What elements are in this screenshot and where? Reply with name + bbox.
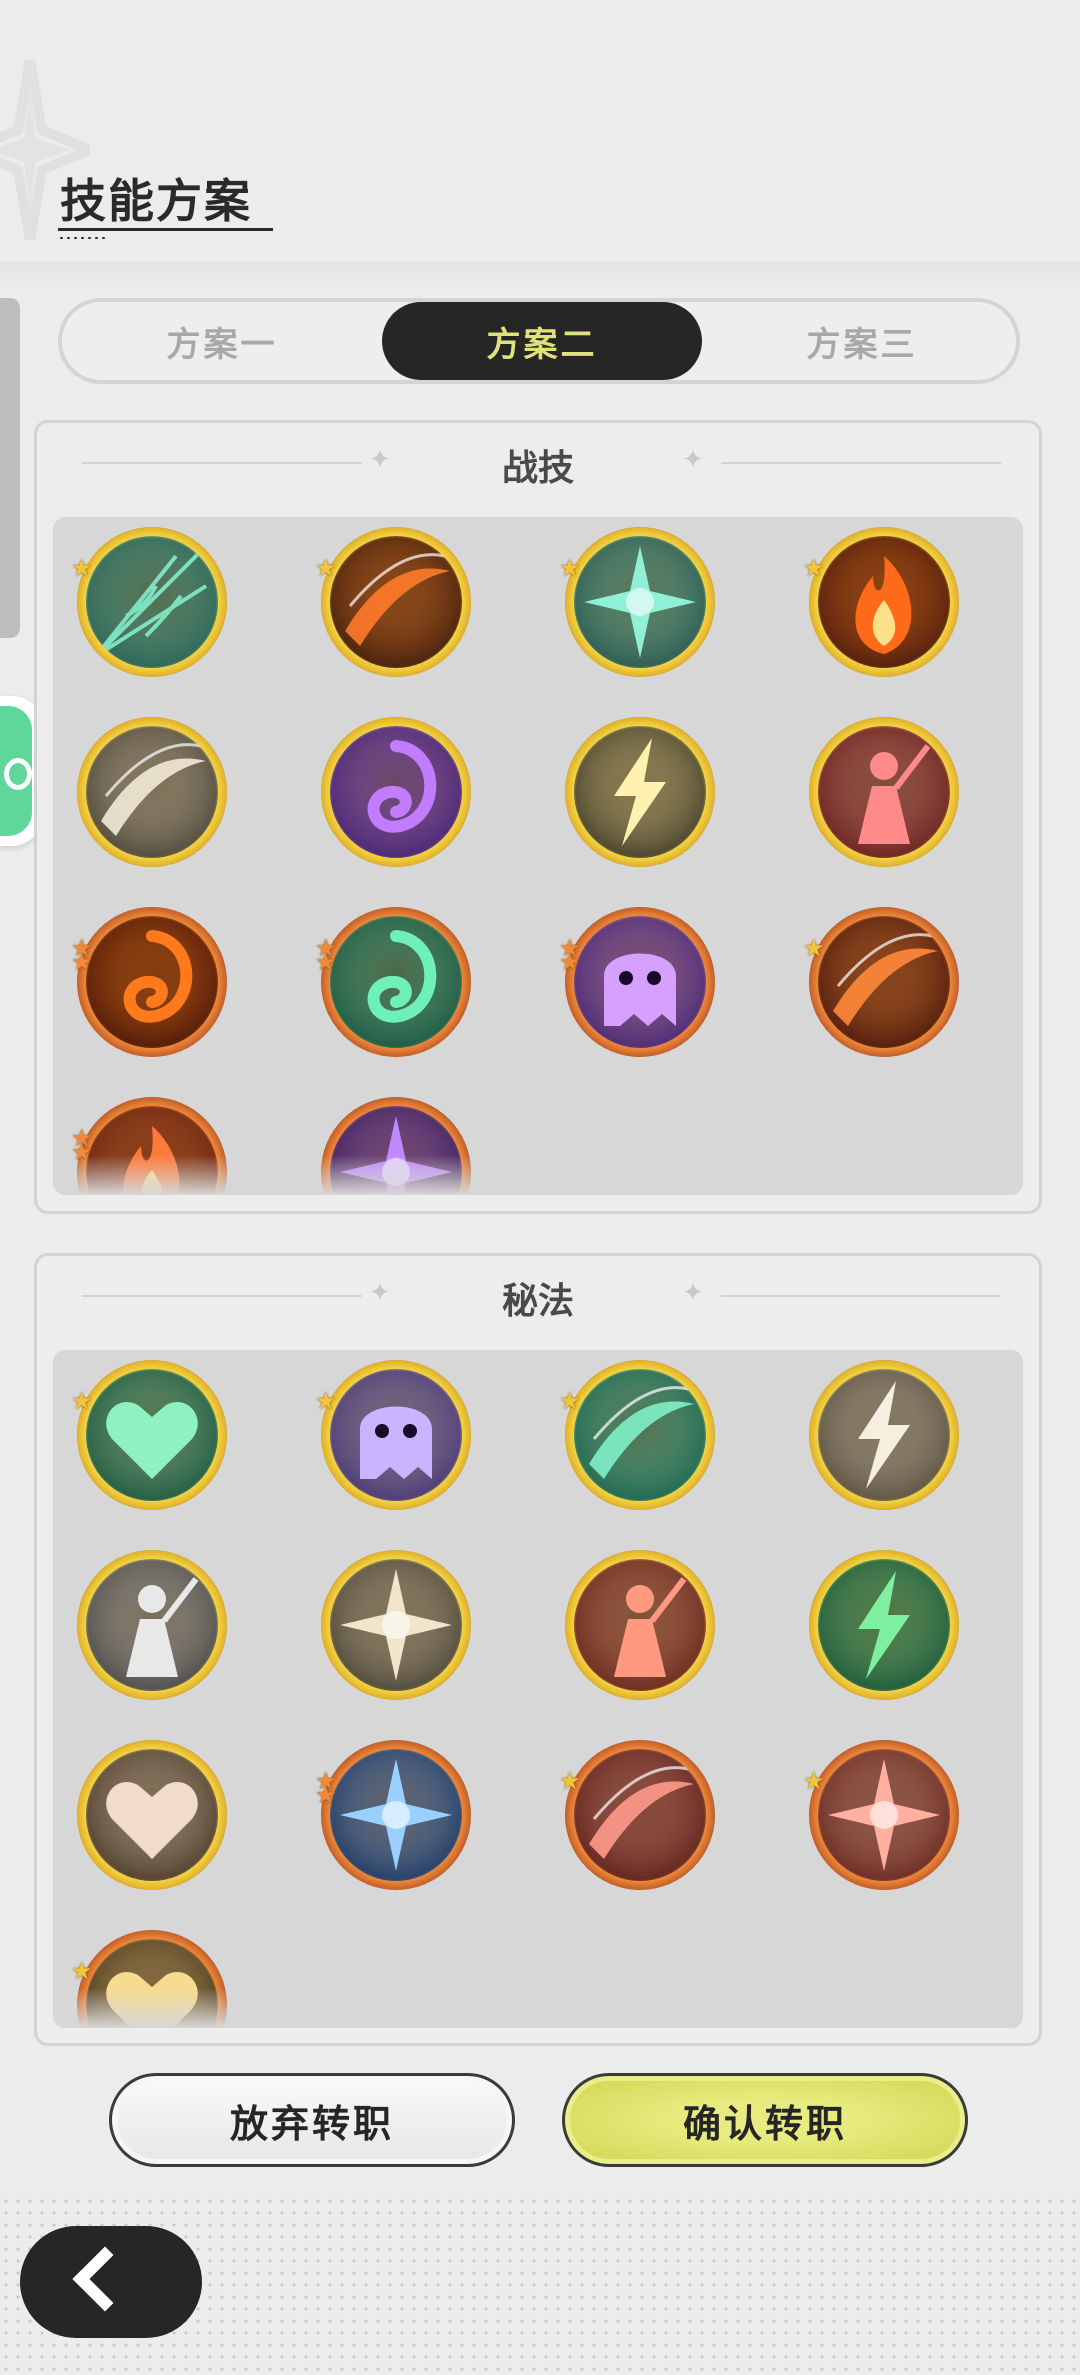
- fire-swirl-icon: [86, 916, 218, 1048]
- star-rank-icon: ★: [71, 1957, 93, 1985]
- skill-slot[interactable]: ★: [71, 527, 227, 677]
- fire-slash-icon: [330, 536, 462, 668]
- flame-ring-icon: [818, 536, 950, 668]
- side-panel-tab[interactable]: [0, 298, 20, 638]
- star-rank-icon: ★ ★: [71, 934, 93, 976]
- tab-scheme-2[interactable]: 方案二: [382, 302, 702, 380]
- heal-heart-icon: [86, 1369, 218, 1501]
- star-rank-icon: ★: [559, 554, 581, 582]
- back-arrow-icon: [72, 2246, 138, 2312]
- leaf-emblem-icon: [330, 1559, 462, 1691]
- scroll-fade: [53, 1155, 1023, 1195]
- skill-slot[interactable]: [809, 1360, 959, 1510]
- skill-slot[interactable]: ★: [315, 527, 471, 677]
- skill-slot[interactable]: [77, 1740, 227, 1890]
- scheme-tabs: 方案一 方案二 方案三: [58, 298, 1020, 384]
- skill-slot[interactable]: [321, 1550, 471, 1700]
- green-gem-icon: [818, 1559, 950, 1691]
- star-rank-icon: ★: [803, 1767, 825, 1795]
- heart-shield-icon: [86, 1749, 218, 1881]
- red-armor-icon: [574, 1559, 706, 1691]
- title-underline: [58, 228, 273, 231]
- abandon-button[interactable]: 放弃转职: [109, 2073, 515, 2167]
- sparkle-icon: ✦: [682, 445, 704, 475]
- star-rank-icon: ★: [71, 554, 93, 582]
- skill-slot[interactable]: ★ ★: [71, 907, 227, 1057]
- skill-slot[interactable]: ★: [559, 1740, 715, 1890]
- skill-slot[interactable]: [77, 1550, 227, 1700]
- star-rank-icon: ★ ★: [315, 934, 337, 976]
- star-rank-icon: ★: [315, 1387, 337, 1415]
- green-tornado-icon: [330, 916, 462, 1048]
- warrior-blade-icon: [818, 726, 950, 858]
- skill-slot[interactable]: ★: [559, 527, 715, 677]
- star-rank-icon: ★: [315, 554, 337, 582]
- skill-slot[interactable]: ★: [559, 1360, 715, 1510]
- crimson-slash-icon: [574, 1749, 706, 1881]
- green-blade-icon: [574, 1369, 706, 1501]
- tab-scheme-3[interactable]: 方案三: [702, 302, 1022, 380]
- header-band: [0, 262, 1080, 292]
- star-rank-icon: ★: [71, 1387, 93, 1415]
- skill-slot[interactable]: ★: [315, 1360, 471, 1510]
- skill-slot[interactable]: ★ ★: [315, 907, 471, 1057]
- skill-slot[interactable]: ★: [71, 1360, 227, 1510]
- purple-vortex-icon: [330, 726, 462, 858]
- chat-bubble-icon: [4, 758, 32, 790]
- tab-scheme-1[interactable]: 方案一: [62, 302, 382, 380]
- flame-wave-icon: [818, 916, 950, 1048]
- skill-slot[interactable]: [809, 717, 959, 867]
- page-title: 技能方案: [60, 174, 252, 228]
- panel-header: ✦ 战技 ✦: [37, 437, 1039, 489]
- skill-slot[interactable]: [565, 1550, 715, 1700]
- blue-crown-icon: [330, 1749, 462, 1881]
- scroll-fade: [53, 1988, 1023, 2028]
- skill-slot[interactable]: ★: [803, 907, 959, 1057]
- panel-header: ✦ 秘法 ✦: [37, 1270, 1039, 1322]
- title-dots: [58, 236, 108, 240]
- panel-title: 秘法: [501, 1281, 574, 1322]
- red-flower-icon: [818, 1749, 950, 1881]
- lightning-strike-icon: [574, 726, 706, 858]
- panel-title: 战技: [501, 448, 574, 489]
- dancing-figure-icon: [86, 1559, 218, 1691]
- crystal-shard-icon: [818, 1369, 950, 1501]
- skill-slot[interactable]: [321, 717, 471, 867]
- star-rank-icon: ★: [559, 1767, 581, 1795]
- skill-slot[interactable]: ★ ★: [315, 1740, 471, 1890]
- star-rank-icon: ★ ★: [315, 1767, 337, 1809]
- star-rank-icon: ★: [559, 1387, 581, 1415]
- skill-grid: ★ ★ ★ ★ ★ ★ ★ ★ ★ ★ ★ ★ ★: [53, 517, 1023, 1195]
- battle-skills-panel: ✦ 战技 ✦ ★ ★ ★ ★ ★ ★ ★ ★ ★ ★ ★ ★ ★: [34, 420, 1042, 1214]
- spider-web-icon: [86, 536, 218, 668]
- ghost-face-icon: [574, 916, 706, 1048]
- sword-burst-icon: [574, 536, 706, 668]
- star-rank-icon: ★ ★: [559, 934, 581, 976]
- star-rank-icon: ★: [803, 554, 825, 582]
- star-rank-icon: ★: [803, 934, 825, 962]
- back-button[interactable]: [20, 2226, 202, 2338]
- skill-slot[interactable]: [809, 1550, 959, 1700]
- sparkle-icon: ✦: [682, 1278, 704, 1308]
- shadow-beast-icon: [330, 1369, 462, 1501]
- skill-slot[interactable]: ★: [803, 527, 959, 677]
- skill-grid: ★ ★ ★ ★ ★ ★ ★ ★: [53, 1350, 1023, 2028]
- skill-slot[interactable]: ★: [803, 1740, 959, 1890]
- skill-slot[interactable]: ★ ★: [559, 907, 715, 1057]
- skill-slot[interactable]: [565, 717, 715, 867]
- confirm-button[interactable]: 确认转职: [562, 2073, 968, 2167]
- skill-slot[interactable]: [77, 717, 227, 867]
- wind-slash-icon: [86, 726, 218, 858]
- arcane-skills-panel: ✦ 秘法 ✦ ★ ★ ★ ★ ★ ★ ★ ★: [34, 1253, 1042, 2046]
